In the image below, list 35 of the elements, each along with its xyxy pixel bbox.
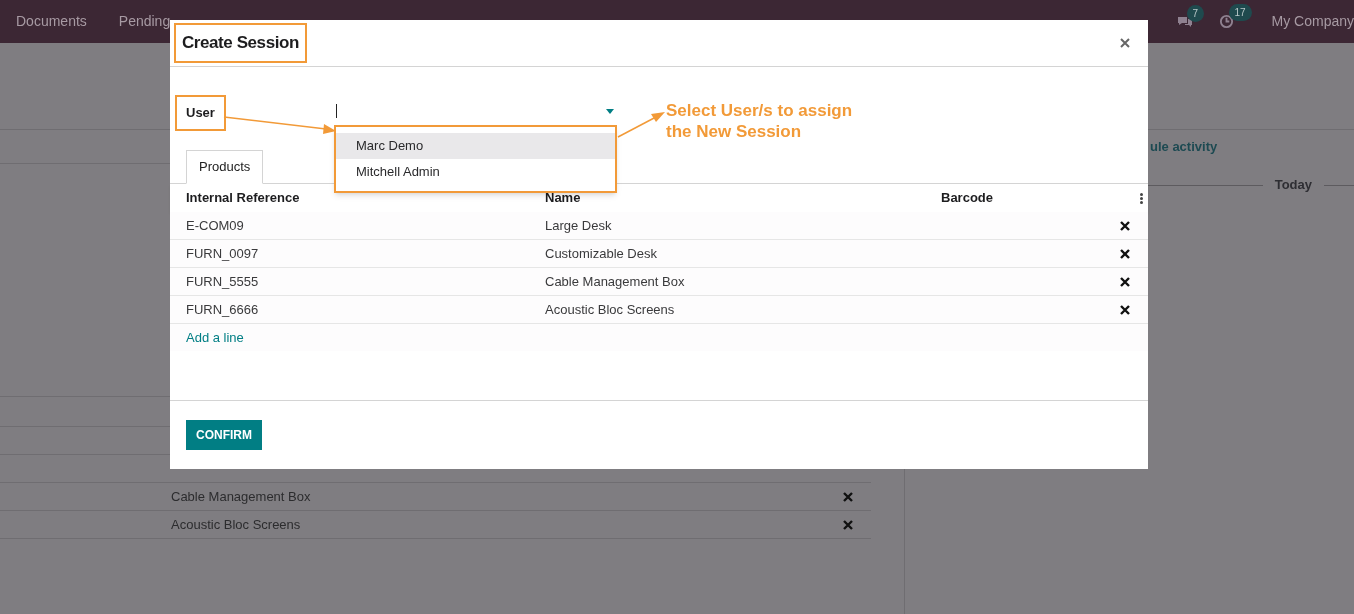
- delete-icon[interactable]: [1120, 276, 1130, 287]
- clock-icon[interactable]: [1218, 14, 1234, 29]
- confirm-button[interactable]: CONFIRM: [186, 420, 262, 450]
- delete-icon[interactable]: [1120, 248, 1130, 259]
- table-cell-text: Acoustic Bloc Screens: [545, 300, 676, 319]
- company-name[interactable]: My Company: [1271, 11, 1354, 32]
- column-header[interactable]: Barcode: [941, 188, 994, 208]
- notification-badge: 7: [1186, 4, 1205, 22]
- caret-icon: [606, 108, 614, 114]
- table-cell-text: FURN_5555: [185, 272, 260, 291]
- tab[interactable]: Products: [186, 150, 264, 184]
- product-name: Cable Management Box: [171, 487, 311, 506]
- delete-icon[interactable]: [1120, 304, 1130, 315]
- column-header[interactable]: Name: [545, 188, 941, 208]
- delete-icon[interactable]: [1120, 220, 1130, 231]
- dropdown-option[interactable]: Mitchell Admin: [336, 159, 615, 185]
- kebab-icon[interactable]: [1140, 192, 1143, 204]
- menu-item[interactable]: Pending: [118, 11, 171, 32]
- dialog-title: Create Session: [174, 23, 307, 63]
- add-line-link[interactable]: Add a line: [170, 327, 244, 348]
- table-cell-text: Cable Management Box: [545, 272, 686, 291]
- notification-badge: 17: [1228, 4, 1252, 21]
- product-name: Acoustic Bloc Screens: [171, 515, 301, 534]
- table-cell-text: FURN_0097: [185, 244, 260, 263]
- field-label: User: [175, 95, 226, 131]
- chat-icon[interactable]: [1176, 14, 1193, 29]
- table-cell-text: Customizable Desk: [545, 244, 658, 263]
- close-icon[interactable]: [1120, 38, 1130, 48]
- table-cell-text: E-COM09: [185, 216, 245, 235]
- dropdown-option[interactable]: Marc Demo: [336, 133, 615, 159]
- menu-item[interactable]: Documents: [16, 11, 87, 32]
- annotation-text: Select User/s to assign the New Session: [666, 100, 853, 142]
- divider-label: Today: [1274, 176, 1312, 195]
- table-cell-text: FURN_6666: [185, 300, 260, 319]
- table-cell-text: Large Desk: [545, 216, 613, 235]
